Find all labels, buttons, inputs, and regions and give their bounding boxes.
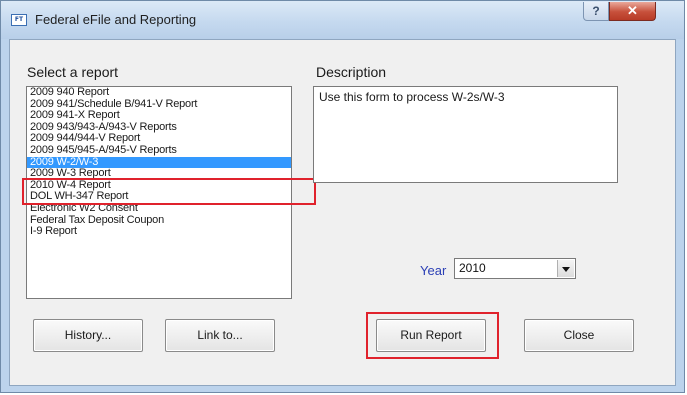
- description-box: Use this form to process W-2s/W-3: [313, 86, 618, 183]
- year-select[interactable]: 2010: [454, 258, 576, 279]
- selection-highlight-box: [22, 178, 316, 205]
- help-button[interactable]: ?: [583, 2, 609, 21]
- description-text: Use this form to process W-2s/W-3: [319, 90, 505, 104]
- link-to-button[interactable]: Link to...: [165, 319, 275, 352]
- description-label: Description: [316, 64, 387, 80]
- app-icon: FT: [11, 14, 27, 26]
- year-label: Year: [420, 263, 447, 278]
- list-item-i9[interactable]: I-9 Report: [27, 226, 291, 238]
- chevron-down-icon[interactable]: [557, 260, 574, 277]
- window-close-button[interactable]: ✕: [609, 2, 656, 21]
- list-item-945[interactable]: 2009 945/945-A/945-V Reports: [27, 144, 291, 157]
- year-value: 2010: [459, 261, 486, 275]
- history-button[interactable]: History...: [33, 319, 143, 352]
- close-button[interactable]: Close: [524, 319, 634, 352]
- run-report-highlight-box: [366, 312, 499, 359]
- select-report-label: Select a report: [27, 64, 119, 80]
- window-title: Federal eFile and Reporting: [35, 12, 197, 27]
- list-item-940[interactable]: 2009 940 Report: [27, 87, 291, 99]
- title-bar[interactable]: FT Federal eFile and Reporting ? ✕: [1, 1, 684, 39]
